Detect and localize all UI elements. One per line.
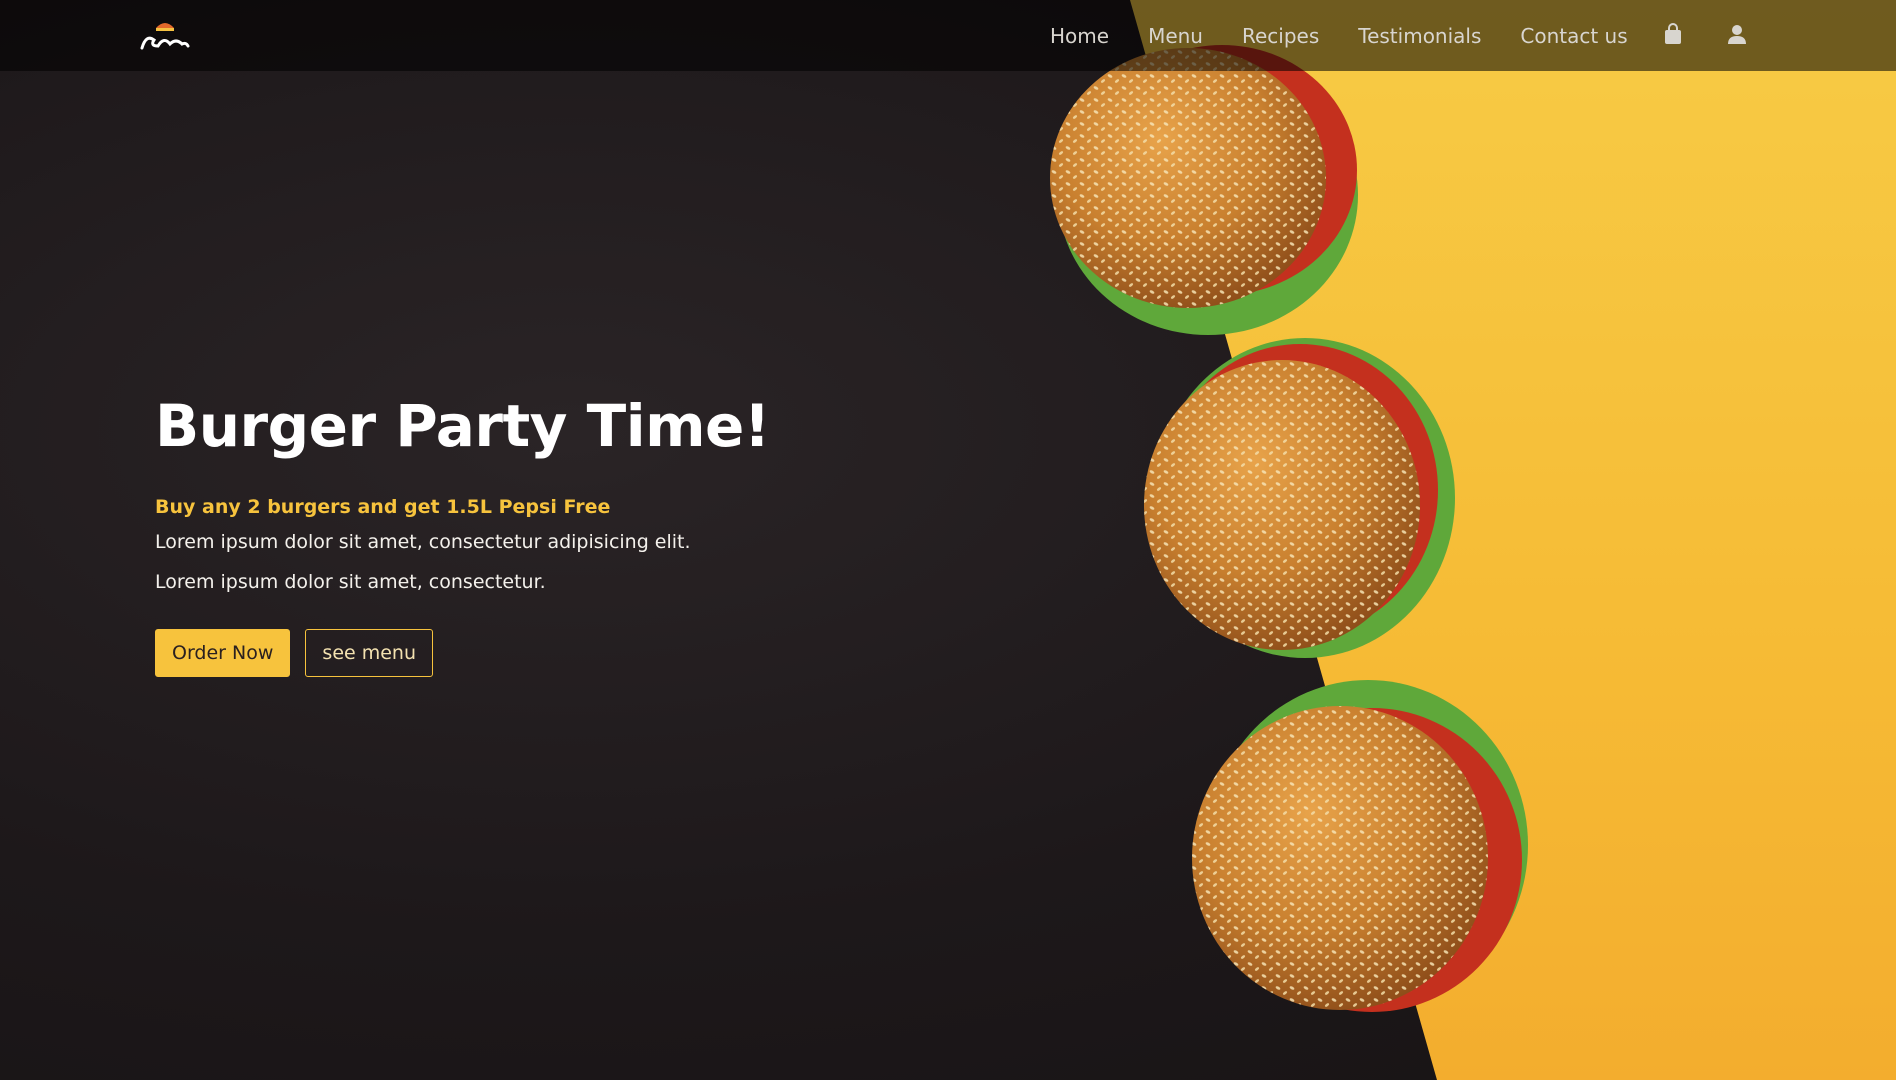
promo-text: Buy any 2 burgers and get 1.5L Pepsi Fre… [155, 496, 611, 518]
nav-link-menu[interactable]: Menu [1148, 24, 1203, 48]
nav-links: Home Menu Recipes Testimonials Contact u… [1050, 0, 1667, 71]
nav-link-recipes[interactable]: Recipes [1242, 24, 1319, 48]
burger-logo-icon[interactable] [138, 16, 192, 56]
description-line: Lorem ipsum dolor sit amet, consectetur … [155, 531, 691, 553]
order-now-button[interactable]: Order Now [155, 629, 291, 677]
navbar: Home Menu Recipes Testimonials Contact u… [0, 0, 1896, 71]
hero-content: Burger Party Time! Buy any 2 burgers and… [155, 390, 795, 677]
hero-buttons: Order Now see menu [155, 629, 795, 677]
shopping-bag-icon[interactable] [1661, 22, 1685, 48]
user-icon[interactable] [1725, 22, 1749, 48]
nav-link-testimonials[interactable]: Testimonials [1358, 24, 1481, 48]
hero-title: Burger Party Time! [155, 392, 770, 460]
nav-link-contact[interactable]: Contact us [1520, 24, 1627, 48]
description-line: Lorem ipsum dolor sit amet, consectetur. [155, 571, 546, 593]
nav-link-home[interactable]: Home [1050, 24, 1109, 48]
see-menu-button[interactable]: see menu [305, 629, 434, 677]
